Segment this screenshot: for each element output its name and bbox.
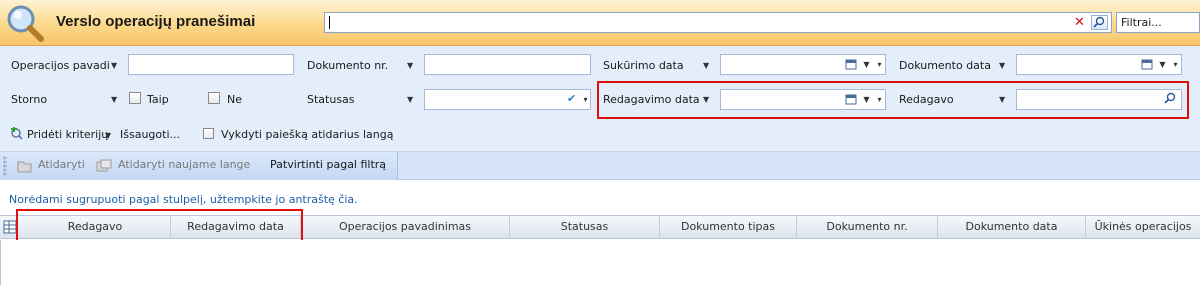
filters-dropdown[interactable]: Filtrai... — [1116, 12, 1200, 33]
operation-name-label: Operacijos pavadi — [11, 59, 110, 72]
status-select[interactable]: ✔ ▾ — [424, 89, 591, 110]
confirm-by-filter-button[interactable]: Patvirtinti pagal filtrą — [270, 158, 386, 171]
chevron-down-icon[interactable]: ▼ — [999, 61, 1005, 70]
column-header-document-no[interactable]: Dokumento nr. — [797, 216, 938, 238]
highlight-box — [597, 81, 1189, 119]
filter-panel: Operacijos pavadi ▼ Dokumento nr. ▼ Sukū… — [0, 46, 1200, 152]
column-header-document-date[interactable]: Dokumento data — [938, 216, 1086, 238]
chevron-down-icon[interactable]: ▼ — [111, 61, 117, 70]
chevron-down-icon[interactable]: ▼ — [861, 56, 872, 73]
document-date-input[interactable]: ▼ ▾ — [1016, 54, 1182, 75]
save-button[interactable]: Išsaugoti... — [120, 128, 180, 141]
column-header-status[interactable]: Statusas — [510, 216, 660, 238]
storno-label: Storno — [11, 93, 48, 106]
created-date-label: Sukūrimo data — [603, 59, 684, 72]
created-date-input[interactable]: ▼ ▾ — [720, 54, 886, 75]
document-no-label: Dokumento nr. — [307, 59, 389, 72]
add-criteria-button[interactable]: Pridėti kriterijų — [27, 128, 108, 141]
open-button[interactable]: Atidaryti — [38, 158, 85, 171]
group-by-hint: Norėdami sugrupuoti pagal stulpelį, užte… — [9, 193, 358, 206]
calendar-icon[interactable] — [1139, 56, 1157, 73]
search-input[interactable]: ✕ — [324, 12, 1112, 33]
search-on-open-label: Vykdyti paiešką atidarius langą — [221, 128, 394, 141]
document-no-input[interactable] — [424, 54, 591, 75]
calendar-icon[interactable] — [843, 56, 861, 73]
title-bar: Verslo operacijų pranešimai ✕ Filtrai... — [0, 0, 1200, 46]
open-new-window-icon — [96, 159, 112, 172]
chevron-down-icon[interactable]: ▾ — [580, 91, 591, 108]
grid-body — [0, 240, 1200, 285]
column-header-business-operations[interactable]: Ūkinės operacijos — [1086, 216, 1200, 238]
clear-icon[interactable]: ✕ — [1072, 15, 1087, 30]
column-header-operation-name[interactable]: Operacijos pavadinimas — [301, 216, 510, 238]
open-icon — [17, 161, 32, 173]
storno-no-label: Ne — [227, 93, 242, 106]
chevron-down-icon[interactable]: ▾ — [1170, 56, 1181, 73]
page-title: Verslo operacijų pranešimai — [56, 13, 256, 30]
operation-name-input[interactable] — [128, 54, 294, 75]
search-button[interactable] — [1091, 15, 1108, 30]
chevron-down-icon[interactable]: ▾ — [874, 56, 885, 73]
open-new-window-button[interactable]: Atidaryti naujame lange — [118, 158, 250, 171]
magnifier-icon — [7, 5, 44, 42]
chevron-down-icon[interactable]: ▼ — [105, 131, 111, 140]
document-date-label: Dokumento data — [899, 59, 991, 72]
text-cursor — [329, 16, 330, 29]
chevron-down-icon[interactable]: ▼ — [703, 61, 709, 70]
toolbar: Atidaryti Atidaryti naujame lange Patvir… — [0, 152, 1200, 180]
column-header-document-type[interactable]: Dokumento tipas — [660, 216, 797, 238]
chevron-down-icon[interactable]: ▼ — [407, 61, 413, 70]
check-icon[interactable]: ✔ — [567, 92, 576, 105]
storno-no-checkbox[interactable] — [208, 92, 220, 104]
chevron-down-icon[interactable]: ▼ — [407, 95, 413, 104]
chevron-down-icon[interactable]: ▼ — [1157, 56, 1168, 73]
add-criteria-icon[interactable] — [10, 127, 24, 141]
chevron-down-icon[interactable]: ▼ — [111, 95, 117, 104]
search-on-open-checkbox[interactable] — [203, 128, 214, 139]
storno-yes-checkbox[interactable] — [129, 92, 141, 104]
toolbar-grip[interactable] — [3, 156, 7, 176]
status-label: Statusas — [307, 93, 355, 106]
storno-yes-label: Taip — [147, 93, 169, 106]
search-icon — [1093, 16, 1105, 28]
